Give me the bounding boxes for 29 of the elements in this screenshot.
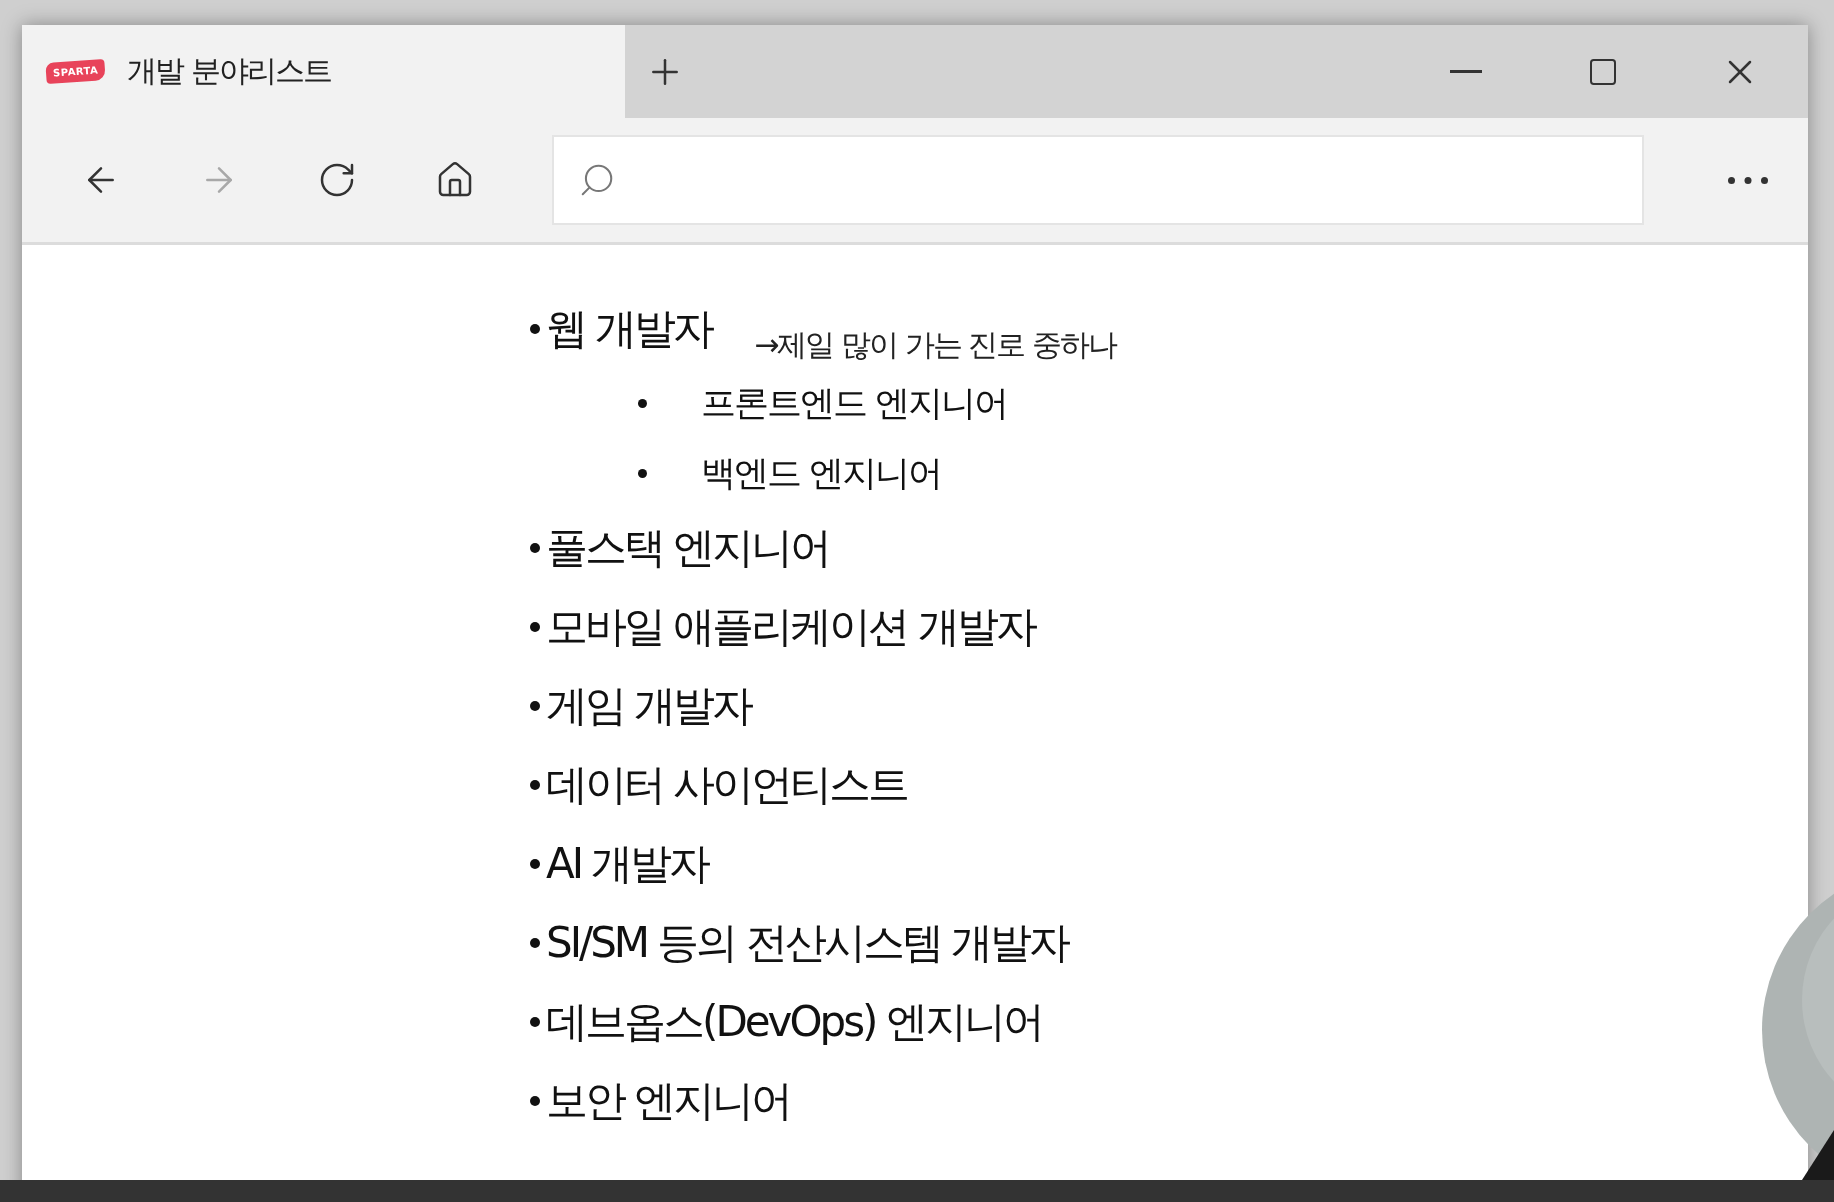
bullet-icon	[530, 779, 540, 790]
bullet-icon	[530, 937, 540, 948]
list-item: 데이터 사이언티스트	[546, 758, 908, 811]
browser-tab[interactable]: SPARTA 개발 분야리스트	[22, 25, 625, 118]
list-item: 데브옵스(DevOps) 엔지니어	[546, 995, 1042, 1048]
sub-list-item: 프론트엔드 엔지니어	[701, 381, 1008, 425]
bullet-icon	[530, 1095, 540, 1106]
bullet-icon	[530, 542, 540, 553]
sub-list-item: 백엔드 엔지니어	[701, 451, 942, 495]
list-item: 보안 엔지니어	[546, 1074, 791, 1127]
bullet-icon	[638, 398, 647, 408]
bullet-icon	[530, 1016, 540, 1027]
bullet-icon	[530, 323, 540, 334]
list-item: 웹 개발자	[546, 302, 713, 355]
logo: SPARTA	[45, 58, 107, 85]
minimize-icon	[1449, 70, 1482, 73]
side-note: →제일 많이 가는 진로 중하나	[754, 326, 1116, 364]
list-item: 풀스택 엔지니어	[546, 521, 830, 574]
list-item: 게임 개발자	[546, 679, 752, 732]
bullet-icon	[638, 468, 647, 478]
bullet-icon	[530, 858, 540, 869]
tab-title: 개발 분야리스트	[127, 52, 331, 90]
bullet-icon	[530, 621, 540, 632]
bullet-icon	[530, 700, 540, 711]
list-item: 모바일 애플리케이션 개발자	[546, 600, 1035, 653]
address-field[interactable]	[552, 135, 1644, 225]
list-item: AI 개발자	[546, 837, 709, 890]
list-item: SI/SM 등의 전산시스템 개발자	[546, 916, 1069, 969]
more-icon	[1728, 176, 1768, 184]
